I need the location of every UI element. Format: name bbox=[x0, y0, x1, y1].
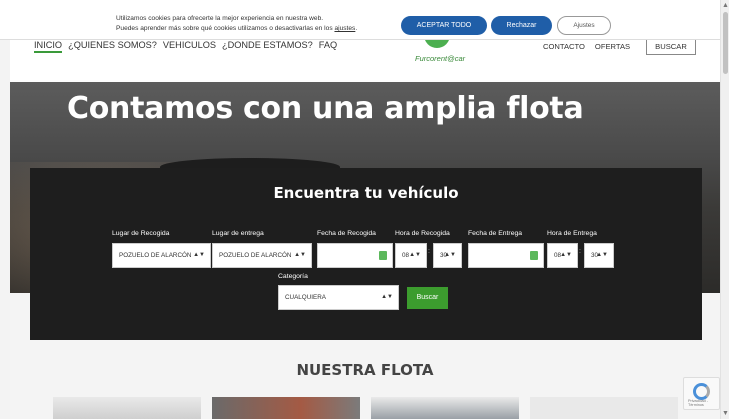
dropoff-place-select[interactable]: POZUELO DE ALARCÓN ▲▼ bbox=[212, 243, 312, 268]
recaptcha-badge[interactable]: Privacidad - Términos bbox=[683, 377, 720, 410]
dropoff-place-label: Lugar de entrega bbox=[212, 230, 264, 237]
up-down-icon: ▲▼ bbox=[560, 252, 572, 258]
pickup-time-label: Hora de Recogida bbox=[395, 230, 450, 237]
cookie-banner: Utilizamos cookies para ofrecerte la mej… bbox=[0, 0, 720, 40]
site-header: INICIO ¿QUIENES SOMOS? VEHICULOS ¿DONDE … bbox=[10, 34, 720, 82]
pickup-hour-value: 08 bbox=[402, 252, 410, 259]
pickup-place-select[interactable]: POZUELO DE ALARCÓN ▲▼ bbox=[112, 243, 211, 268]
recaptcha-icon bbox=[693, 383, 710, 400]
up-down-icon: ▲▼ bbox=[596, 252, 608, 258]
nav-item-ofertas[interactable]: OFERTAS bbox=[595, 42, 630, 51]
scroll-up-icon[interactable]: ▲ bbox=[722, 2, 729, 9]
page: Utilizamos cookies para ofrecerte la mej… bbox=[0, 0, 729, 419]
time-separator: : bbox=[579, 248, 581, 255]
main-nav: INICIO ¿QUIENES SOMOS? VEHICULOS ¿DONDE … bbox=[34, 40, 337, 53]
dropoff-time-label: Hora de Entrega bbox=[547, 230, 597, 237]
dropoff-place-value: POZUELO DE ALARCÓN bbox=[219, 252, 292, 259]
up-down-icon: ▲▼ bbox=[409, 252, 421, 258]
time-separator: : bbox=[428, 248, 430, 255]
nav-item-donde-estamos[interactable]: ¿DONDE ESTAMOS? bbox=[222, 40, 313, 53]
search-panel-title: Encuentra tu vehículo bbox=[273, 184, 459, 202]
pickup-hour-select[interactable]: 08 ▲▼ bbox=[395, 243, 427, 268]
hero-title: Contamos con una amplia flota bbox=[67, 91, 584, 126]
page-scrollbar[interactable]: ▲ ▼ bbox=[720, 0, 729, 419]
calendar-icon bbox=[530, 251, 538, 260]
pickup-place-label: Lugar de Recogida bbox=[112, 230, 170, 237]
secondary-nav: CONTACTO OFERTAS bbox=[543, 42, 630, 51]
fleet-vehicle-image[interactable] bbox=[371, 397, 519, 419]
cookie-line-1: Utilizamos cookies para ofrecerte la mej… bbox=[116, 15, 324, 22]
pickup-date-input[interactable] bbox=[317, 243, 393, 268]
reject-button[interactable]: Rechazar bbox=[491, 16, 552, 35]
recaptcha-text: Privacidad - Términos bbox=[688, 399, 709, 407]
up-down-icon: ▲▼ bbox=[294, 252, 306, 258]
up-down-icon: ▲▼ bbox=[193, 252, 205, 258]
nav-item-contacto[interactable]: CONTACTO bbox=[543, 42, 585, 51]
cookie-line-2-end: . bbox=[355, 25, 358, 32]
category-select[interactable]: CUALQUIERA ▲▼ bbox=[278, 285, 399, 310]
fleet-vehicle-image[interactable] bbox=[212, 397, 360, 419]
dropoff-date-label: Fecha de Entrega bbox=[468, 230, 523, 237]
up-down-icon: ▲▼ bbox=[381, 294, 393, 300]
site-logo[interactable]: Furcorent@car bbox=[410, 34, 480, 66]
nav-item-quienes-somos[interactable]: ¿QUIENES SOMOS? bbox=[68, 40, 157, 53]
dropoff-date-input[interactable] bbox=[468, 243, 544, 268]
pickup-place-value: POZUELO DE ALARCÓN bbox=[119, 252, 192, 259]
cookie-line-2: Puedes aprender más sobre qué cookies ut… bbox=[116, 24, 357, 34]
dropoff-hour-select[interactable]: 08 ▲▼ bbox=[547, 243, 578, 268]
accept-all-button[interactable]: ACEPTAR TODO bbox=[401, 16, 487, 35]
cookie-line-2-text: Puedes aprender más sobre qué cookies ut… bbox=[116, 25, 335, 32]
scrollbar-thumb[interactable] bbox=[723, 12, 728, 74]
category-label: Categoría bbox=[278, 273, 308, 280]
fleet-vehicle-image[interactable] bbox=[530, 397, 678, 419]
cookie-settings-link[interactable]: ajustes bbox=[334, 25, 355, 32]
scroll-down-icon[interactable]: ▼ bbox=[722, 410, 729, 417]
pickup-date-label: Fecha de Recogida bbox=[317, 230, 376, 237]
vehicle-search-panel: Encuentra tu vehículo Lugar de Recogida … bbox=[30, 168, 702, 340]
nav-item-inicio[interactable]: INICIO bbox=[34, 40, 63, 53]
nav-item-vehiculos[interactable]: VEHICULOS bbox=[163, 40, 216, 53]
cookie-text: Utilizamos cookies para ofrecerte la mej… bbox=[116, 14, 357, 34]
nav-item-faq[interactable]: FAQ bbox=[319, 40, 337, 53]
dropoff-minute-select[interactable]: 30 ▲▼ bbox=[584, 243, 614, 268]
pickup-minute-select[interactable]: 30 ▲▼ bbox=[433, 243, 462, 268]
fleet-title: NUESTRA FLOTA bbox=[296, 361, 434, 379]
header-search-button[interactable]: BUSCAR bbox=[646, 39, 696, 55]
search-submit-button[interactable]: Buscar bbox=[407, 287, 448, 309]
cookie-settings-button[interactable]: Ajustes bbox=[557, 16, 611, 35]
calendar-icon bbox=[379, 251, 387, 260]
category-value: CUALQUIERA bbox=[285, 294, 326, 301]
up-down-icon: ▲▼ bbox=[444, 252, 456, 258]
fleet-vehicle-image[interactable] bbox=[53, 397, 201, 419]
logo-text: Furcorent@car bbox=[415, 54, 466, 63]
